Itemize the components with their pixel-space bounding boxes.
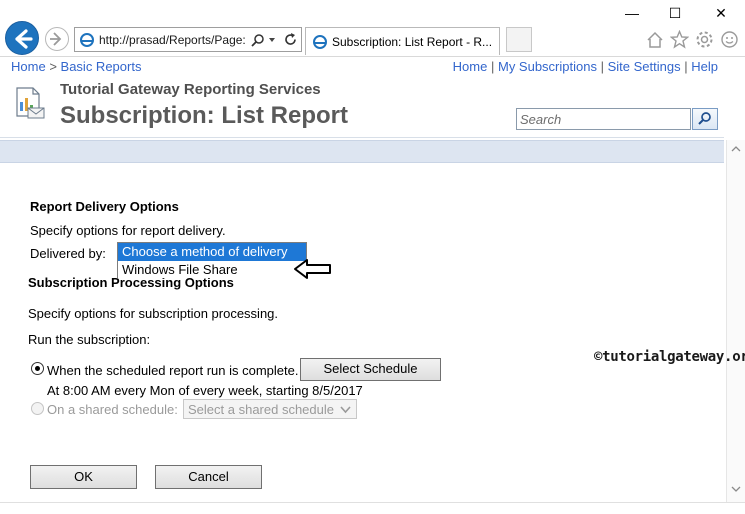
shared-schedule-radio[interactable] [31, 402, 44, 415]
scheduled-run-radio[interactable] [31, 362, 44, 375]
smiley-icon[interactable] [720, 30, 739, 49]
forward-arrow-icon [50, 32, 62, 46]
home-icon[interactable] [646, 31, 664, 49]
scroll-up-icon[interactable] [731, 145, 741, 153]
refresh-icon[interactable] [283, 32, 298, 47]
back-arrow-icon [15, 29, 33, 49]
search-input[interactable]: Search [516, 108, 691, 130]
favorites-star-icon[interactable] [670, 30, 689, 49]
header-divider [0, 137, 724, 138]
breadcrumb-separator: > [49, 59, 57, 74]
delivery-instructions: Specify options for report delivery. [30, 223, 226, 238]
site-title: Tutorial Gateway Reporting Services [60, 81, 321, 98]
report-subscription-icon [16, 87, 45, 119]
close-button[interactable]: ✕ [706, 2, 736, 24]
breadcrumb-home-link[interactable]: Home [11, 59, 46, 74]
watermark: ©tutorialgateway.org [594, 349, 745, 365]
page-title: Subscription: List Report [60, 102, 348, 129]
address-url: http://prasad/Reports/Page: [99, 33, 246, 47]
top-links: Home | My Subscriptions | Site Settings … [453, 59, 718, 74]
search-button[interactable] [692, 108, 718, 130]
run-subscription-label: Run the subscription: [28, 332, 151, 347]
vertical-scrollbar[interactable] [726, 140, 745, 502]
delivery-option-choose[interactable]: Choose a method of delivery [118, 243, 306, 261]
select-schedule-button[interactable]: Select Schedule [300, 358, 441, 381]
search-icon [698, 112, 711, 125]
ie-tab-icon [313, 35, 327, 49]
link-separator: | [684, 59, 688, 74]
scheduled-run-label: When the scheduled report run is complet… [47, 363, 299, 378]
processing-instructions: Specify options for subscription process… [28, 306, 279, 321]
shared-schedule-select-value: Select a shared schedule [188, 402, 334, 417]
delivery-option-windows-file-share[interactable]: Windows File Share [118, 261, 306, 278]
schedule-description: At 8:00 AM every Mon of every week, star… [47, 383, 363, 398]
delivered-by-label: Delivered by: [30, 246, 106, 261]
scroll-down-icon[interactable] [731, 485, 741, 493]
help-link[interactable]: Help [691, 59, 718, 74]
browser-tab[interactable]: Subscription: List Report - R... [305, 27, 500, 55]
delivery-heading: Report Delivery Options [30, 199, 179, 214]
forward-button[interactable] [45, 27, 69, 51]
status-bar [0, 502, 745, 514]
chevron-down-icon [340, 406, 351, 414]
dropdown-arrow-icon[interactable] [268, 36, 276, 44]
ok-button[interactable]: OK [30, 465, 137, 489]
browser-chrome: — ☐ ✕ http://prasad/Reports/Page: Subscr… [0, 0, 745, 57]
home-link[interactable]: Home [453, 59, 488, 74]
ie-page-icon [80, 33, 94, 47]
site-settings-link[interactable]: Site Settings [608, 59, 681, 74]
pointer-arrow-icon [294, 259, 331, 279]
breadcrumb: Home > Basic Reports [11, 59, 141, 74]
address-bar[interactable]: http://prasad/Reports/Page: [74, 27, 302, 52]
tab-title: Subscription: List Report - R... [332, 35, 493, 49]
link-separator: | [600, 59, 604, 74]
cancel-button[interactable]: Cancel [155, 465, 262, 489]
my-subscriptions-link[interactable]: My Subscriptions [498, 59, 597, 74]
breadcrumb-basic-reports-link[interactable]: Basic Reports [61, 59, 142, 74]
gear-icon[interactable] [695, 30, 714, 49]
maximize-button[interactable]: ☐ [660, 2, 690, 24]
search-icon[interactable] [251, 33, 265, 47]
radio-selected-dot [35, 366, 40, 371]
delivery-method-dropdown[interactable]: Choose a method of delivery Windows File… [117, 242, 307, 278]
shared-schedule-label: On a shared schedule: [47, 402, 178, 417]
link-separator: | [490, 59, 495, 74]
minimize-button[interactable]: — [617, 2, 647, 24]
shared-schedule-select[interactable]: Select a shared schedule [183, 399, 357, 419]
new-tab-button[interactable] [506, 27, 532, 52]
toolbar-band [0, 140, 724, 163]
back-button[interactable] [5, 21, 39, 55]
